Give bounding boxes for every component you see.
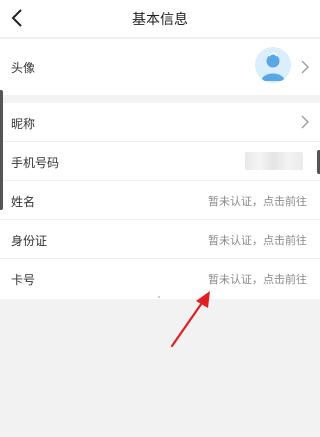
row-label: 昵称	[11, 117, 36, 131]
nav-bar: 基本信息	[0, 0, 320, 38]
avatar[interactable]	[255, 47, 291, 83]
row-value[interactable]: 暂未认证，点击前往	[208, 271, 307, 287]
row-id-card[interactable]: 身份证 暂未认证，点击前往	[0, 220, 320, 259]
row-name[interactable]: 姓名 暂未认证，点击前往	[0, 181, 320, 220]
avatar-label: 头像	[11, 61, 36, 75]
page-title: 基本信息	[132, 12, 188, 28]
row-label: 姓名	[11, 195, 36, 209]
section-gap	[0, 95, 320, 103]
row-label: 身份证	[11, 234, 48, 248]
row-phone[interactable]: 手机号码	[0, 142, 320, 181]
row-card-number[interactable]: 卡号 暂未认证，点击前往	[0, 259, 320, 298]
avatar-row[interactable]: 头像	[0, 39, 320, 95]
row-nickname[interactable]: 昵称	[0, 103, 320, 142]
row-label: 手机号码	[11, 156, 60, 170]
dust-dot	[158, 296, 160, 298]
side-button-left	[0, 90, 3, 210]
info-list: 昵称 手机号码 姓名 暂未认证，点击前往 身份证 暂未认证，点击前往 卡号 暂未…	[0, 103, 320, 299]
phone-number-blurred	[245, 152, 303, 170]
chevron-right-icon	[301, 60, 309, 74]
red-arrow-annotation	[170, 291, 210, 348]
row-value[interactable]: 暂未认证，点击前往	[208, 232, 307, 248]
chevron-right-icon	[301, 115, 309, 129]
user-avatar-icon	[261, 52, 285, 81]
row-value[interactable]: 暂未认证，点击前往	[208, 193, 307, 209]
row-label: 卡号	[11, 273, 36, 287]
